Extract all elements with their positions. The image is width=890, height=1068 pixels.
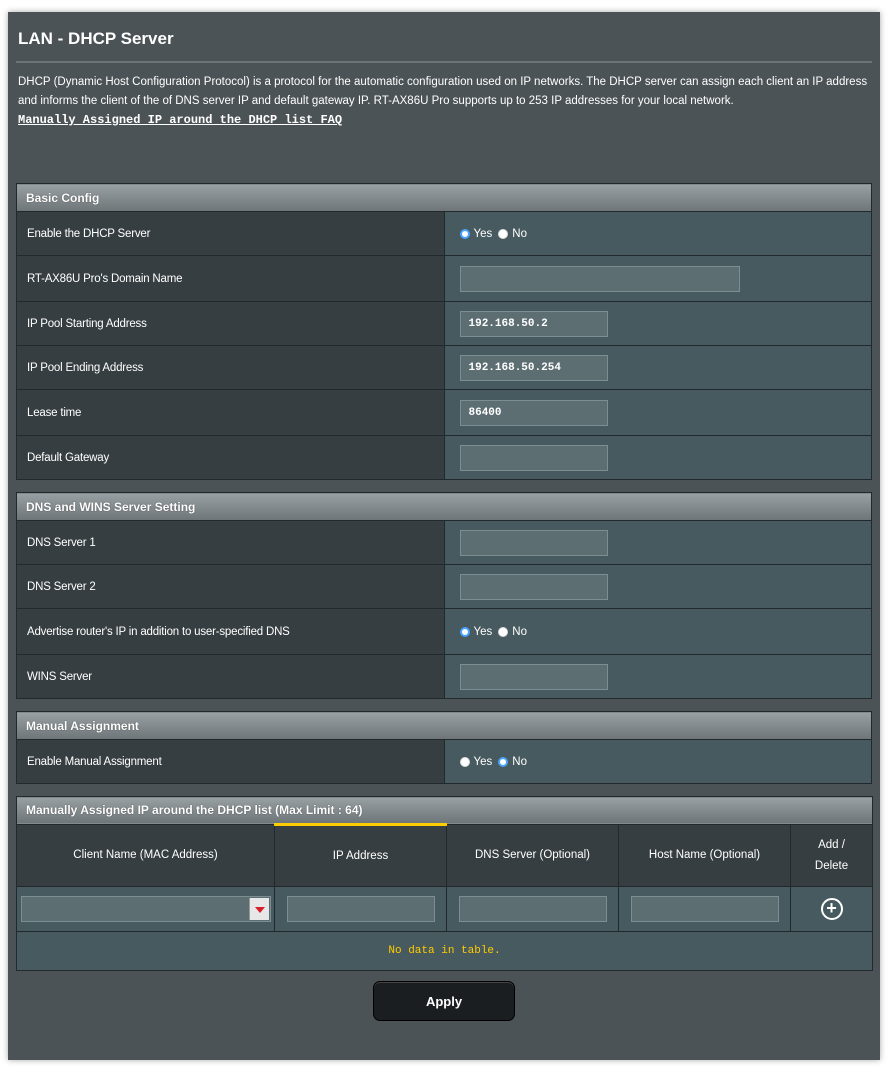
domain-name-input[interactable] [459, 265, 740, 292]
enable-dhcp-yes-label: Yes [473, 227, 493, 240]
enable-dhcp-label: Enable the DHCP Server [16, 211, 445, 256]
enable-manual-no-label: No [512, 755, 527, 768]
client-name-combobox [20, 896, 271, 922]
pool-end-input[interactable] [459, 354, 608, 381]
new-dns-server-input[interactable] [458, 896, 607, 922]
advertise-dns-yes-radio[interactable] [459, 626, 470, 637]
column-header-add-delete: Add / Delete [789, 824, 874, 887]
section-header-manual-assignment: Manual Assignment [16, 711, 872, 740]
client-name-input[interactable] [20, 896, 271, 922]
column-header-host-name: Host Name (Optional) [618, 824, 791, 887]
assigned-ip-list-table: Manually Assigned IP around the DHCP lis… [15, 796, 874, 971]
basic-config-table: Basic Config Enable the DHCP Server Yes … [16, 183, 872, 480]
default-gateway-label: Default Gateway [16, 435, 445, 480]
default-gateway-input[interactable] [459, 444, 608, 471]
enable-manual-radio-group: Yes No [459, 755, 857, 768]
plus-circle-icon[interactable]: + [820, 898, 843, 920]
enable-dhcp-yes-radio[interactable] [459, 228, 470, 239]
enable-dhcp-no-radio[interactable] [498, 228, 509, 239]
dns1-input[interactable] [459, 529, 608, 556]
enable-manual-no-radio[interactable] [498, 756, 509, 767]
section-header-basic-config: Basic Config [16, 183, 872, 212]
column-header-dns-server: DNS Server (Optional) [446, 824, 619, 887]
lease-time-label: Lease time [16, 389, 445, 436]
dns1-label: DNS Server 1 [16, 520, 445, 565]
dns2-input[interactable] [459, 573, 608, 600]
column-header-client-name: Client Name (MAC Address) [16, 824, 275, 887]
empty-table-message: No data in table. [15, 931, 874, 971]
advertise-dns-radio-group: Yes No [459, 625, 857, 638]
enable-dhcp-no-label: No [512, 227, 527, 240]
enable-manual-label: Enable Manual Assignment [16, 739, 445, 784]
description-text: DHCP (Dynamic Host Configuration Protoco… [18, 76, 868, 107]
pool-end-label: IP Pool Ending Address [16, 345, 445, 390]
dhcp-settings-panel: LAN - DHCP Server DHCP (Dynamic Host Con… [8, 12, 880, 1060]
advertise-dns-no-radio[interactable] [498, 626, 509, 637]
pool-start-label: IP Pool Starting Address [16, 301, 445, 346]
section-header-dns-wins: DNS and WINS Server Setting [16, 492, 872, 521]
advertise-dns-label: Advertise router's IP in addition to use… [16, 608, 445, 655]
enable-dhcp-radio-group: Yes No [459, 227, 857, 240]
dns2-label: DNS Server 2 [16, 564, 445, 609]
column-header-ip-address: IP Address [274, 823, 447, 887]
new-ip-address-input[interactable] [286, 896, 435, 922]
wins-input[interactable] [459, 663, 608, 690]
pool-start-input[interactable] [459, 310, 608, 337]
triangle-down-icon[interactable] [248, 898, 269, 920]
wins-label: WINS Server [16, 654, 445, 699]
new-host-name-input[interactable] [630, 896, 779, 922]
advertise-dns-no-label: No [512, 625, 527, 638]
enable-manual-yes-radio[interactable] [459, 756, 470, 767]
action-bar: Apply [16, 971, 872, 1021]
section-header-assigned-list: Manually Assigned IP around the DHCP lis… [15, 796, 874, 825]
advertise-dns-yes-label: Yes [473, 625, 493, 638]
faq-link[interactable]: Manually Assigned IP around the DHCP lis… [18, 111, 870, 130]
lease-time-input[interactable] [459, 399, 608, 426]
enable-manual-yes-label: Yes [473, 755, 493, 768]
dns-wins-table: DNS and WINS Server Setting DNS Server 1… [16, 492, 872, 699]
page-title: LAN - DHCP Server [18, 29, 174, 48]
apply-button[interactable]: Apply [373, 981, 515, 1021]
domain-name-label: RT-AX86U Pro's Domain Name [16, 255, 445, 302]
page-description: DHCP (Dynamic Host Configuration Protoco… [16, 63, 872, 183]
manual-assignment-table: Manual Assignment Enable Manual Assignme… [16, 711, 872, 784]
